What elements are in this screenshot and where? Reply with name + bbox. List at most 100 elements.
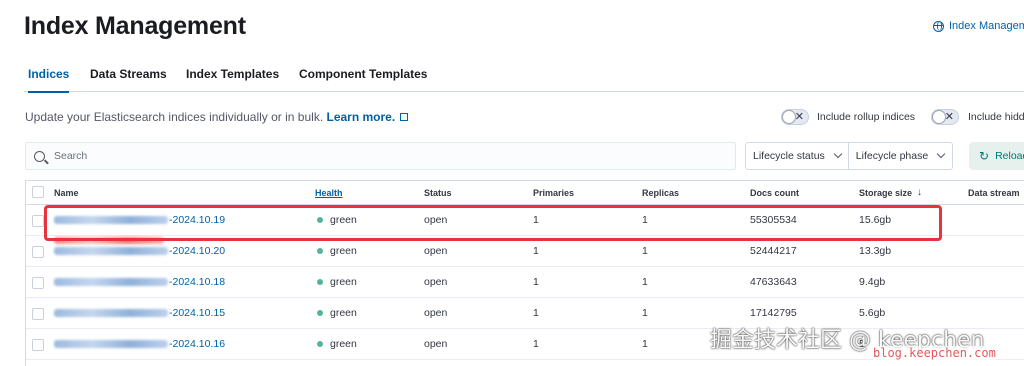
table-row: -2024.10.19 green open 1 1 55305534 15.6… [26, 205, 1024, 236]
reload-label: Reload [995, 150, 1024, 162]
description-text: Update your Elasticsearch indices indivi… [25, 110, 324, 124]
index-name-suffix: -2024.10.18 [169, 276, 226, 288]
docs-count-cell: 55305534 [750, 214, 797, 226]
index-name-suffix: -2024.10.16 [169, 338, 226, 350]
storage-size-cell: 9.4gb [859, 276, 886, 288]
index-name-suffix: -2024.10.19 [169, 214, 226, 226]
redacted-name [54, 247, 168, 255]
index-name-link[interactable]: -2024.10.18 [54, 267, 225, 297]
primaries-cell: 1 [533, 245, 539, 257]
health-dot-icon [317, 248, 323, 254]
index-name-link[interactable]: -2024.10.19 [54, 205, 225, 235]
tab-index-templates[interactable]: Index Templates [186, 66, 279, 92]
chevron-down-icon [936, 149, 946, 159]
chevron-down-icon [833, 149, 843, 159]
row-checkbox[interactable] [32, 277, 44, 289]
table-row: -2024.10.18 green open 1 1 47633643 9.4g… [26, 267, 1024, 298]
index-name-suffix: -2024.10.20 [169, 245, 226, 257]
primaries-cell: 1 [533, 214, 539, 226]
column-header-data-stream[interactable]: Data stream [968, 181, 1020, 204]
row-checkbox[interactable] [32, 215, 44, 227]
page-title: Index Management [24, 12, 246, 40]
column-header-storage-size[interactable]: Storage size ↓ [859, 181, 922, 204]
learn-more-link[interactable]: Learn more. [327, 110, 396, 124]
health-dot-icon [317, 217, 323, 223]
page-description: Update your Elasticsearch indices indivi… [25, 110, 409, 124]
sort-arrow-down-icon: ↓ [917, 187, 923, 198]
watermark-url: blog.keepchen.com [873, 346, 996, 360]
row-checkbox[interactable] [32, 246, 44, 258]
health-value: green [330, 276, 357, 288]
replicas-cell: 1 [642, 307, 648, 319]
column-header-storage-size-label: Storage size [859, 187, 913, 198]
health-cell: green [317, 205, 357, 235]
include-rollup-label: Include rollup indices [817, 111, 916, 123]
tab-component-templates[interactable]: Component Templates [299, 66, 427, 92]
status-cell: open [424, 307, 448, 319]
redacted-name [54, 340, 168, 348]
lifecycle-phase-filter[interactable]: Lifecycle phase [847, 143, 951, 169]
close-icon: ✕ [944, 111, 954, 123]
external-link-icon [400, 113, 409, 121]
health-value: green [330, 214, 357, 226]
docs-count-cell: 47633643 [750, 276, 797, 288]
health-dot-icon [317, 341, 323, 347]
lifecycle-status-filter[interactable]: Lifecycle status [746, 143, 848, 169]
include-hidden-toggle[interactable]: ✕ [931, 109, 959, 125]
column-header-name[interactable]: Name [54, 181, 79, 204]
replicas-cell: 1 [642, 245, 648, 257]
health-cell: green [317, 298, 357, 328]
redacted-name [54, 309, 168, 317]
redacted-name [54, 216, 168, 224]
status-cell: open [424, 214, 448, 226]
replicas-cell: 1 [642, 338, 648, 350]
health-dot-icon [317, 310, 323, 316]
primaries-cell: 1 [533, 338, 539, 350]
table-row: -2024.10.20 green open 1 1 52444217 13.3… [26, 236, 1024, 267]
column-header-replicas[interactable]: Replicas [642, 181, 679, 204]
replicas-cell: 1 [642, 276, 648, 288]
table-header: Name Health Status Primaries Replicas Do… [26, 181, 1024, 205]
lifecycle-filters: Lifecycle status Lifecycle phase [745, 142, 953, 170]
include-rollup-toggle[interactable]: ✕ [781, 109, 809, 125]
select-all-checkbox[interactable] [32, 186, 44, 198]
replicas-cell: 1 [642, 214, 648, 226]
search-box [25, 142, 736, 170]
filter-label: Lifecycle phase [855, 150, 929, 162]
filter-label: Lifecycle status [753, 150, 825, 162]
globe-icon [933, 20, 944, 32]
column-header-docs-count[interactable]: Docs count [750, 181, 799, 204]
row-checkbox[interactable] [32, 339, 44, 351]
status-cell: open [424, 276, 448, 288]
docs-link-label: Index Managem [949, 20, 1024, 32]
index-name-link[interactable]: -2024.10.15 [54, 298, 225, 328]
search-input[interactable] [54, 150, 654, 162]
include-hidden-label: Include hidd [968, 111, 1024, 123]
status-cell: open [424, 338, 448, 350]
index-name-link[interactable]: -2024.10.16 [54, 329, 225, 359]
index-name-suffix: -2024.10.15 [169, 307, 226, 319]
index-management-docs-link[interactable]: Index Managem [933, 20, 1024, 32]
health-cell: green [317, 329, 357, 359]
refresh-icon: ↻ [979, 149, 990, 163]
status-cell: open [424, 245, 448, 257]
storage-size-cell: 13.3gb [859, 245, 892, 257]
docs-count-cell: 52444217 [750, 245, 797, 257]
column-header-status[interactable]: Status [424, 181, 452, 204]
close-icon: ✕ [794, 111, 804, 123]
redaction-scribble [54, 237, 164, 244]
health-value: green [330, 307, 357, 319]
tab-data-streams[interactable]: Data Streams [90, 66, 167, 92]
column-header-health[interactable]: Health [315, 181, 343, 204]
tab-bar: Indices Data Streams Index Templates Com… [24, 66, 1024, 93]
health-dot-icon [317, 279, 323, 285]
health-cell: green [317, 236, 357, 266]
row-checkbox[interactable] [32, 308, 44, 320]
redacted-name [54, 278, 168, 286]
search-icon [34, 150, 45, 162]
reload-button[interactable]: ↻ Reload [969, 142, 1024, 170]
column-header-primaries[interactable]: Primaries [533, 181, 574, 204]
primaries-cell: 1 [533, 307, 539, 319]
tab-indices[interactable]: Indices [28, 66, 70, 93]
storage-size-cell: 15.6gb [859, 214, 892, 226]
